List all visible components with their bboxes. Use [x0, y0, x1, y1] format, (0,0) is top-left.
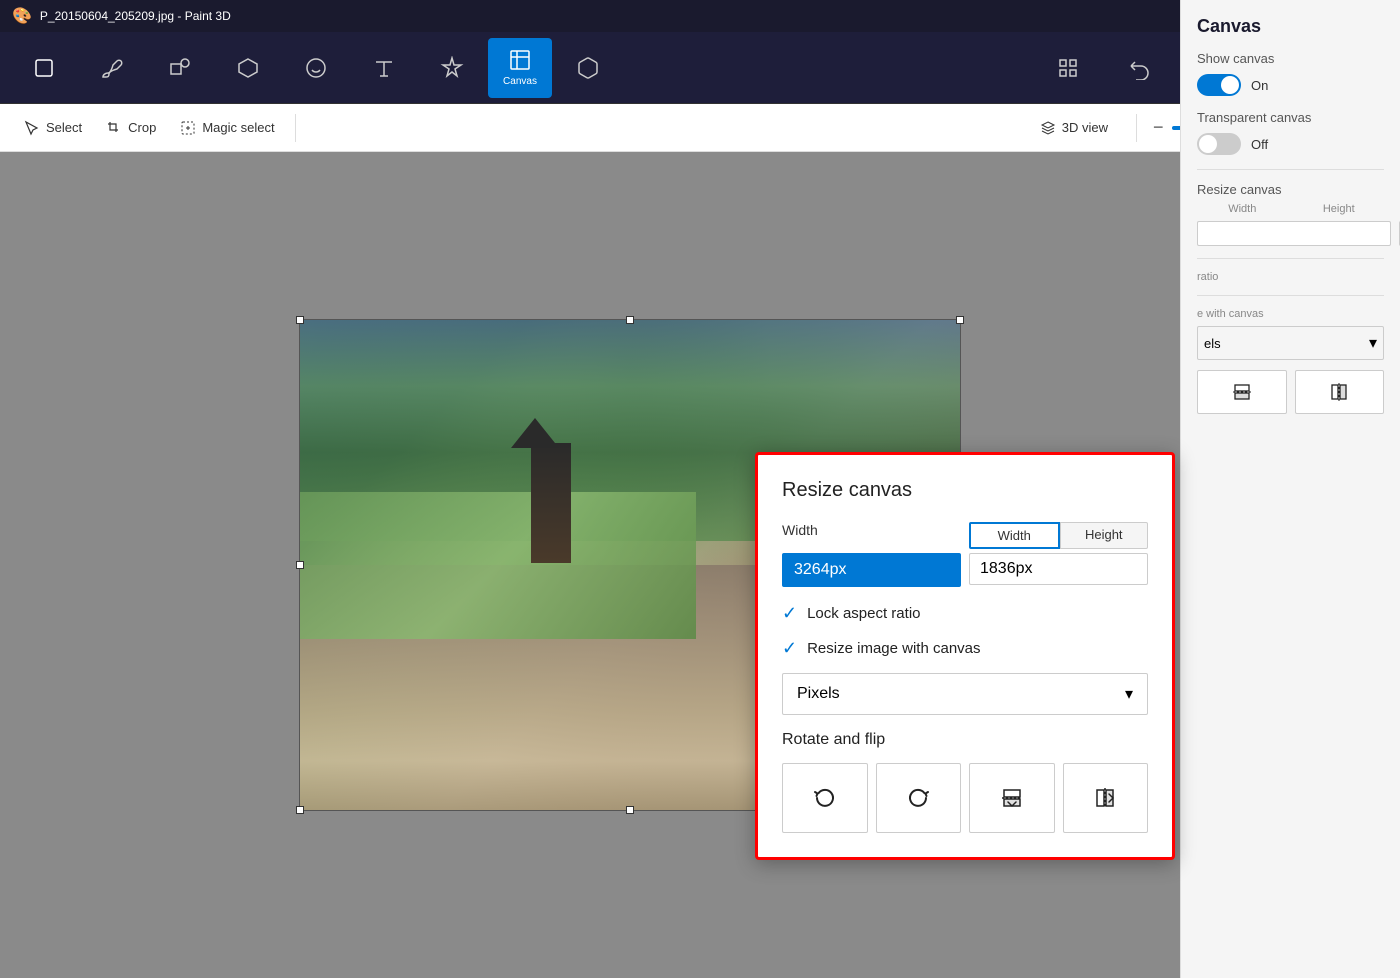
resize-image-row: ✓ Resize image with canvas [782, 638, 1148, 659]
width-input[interactable] [1197, 221, 1391, 246]
panel-divider [1197, 169, 1384, 170]
popup-width-input[interactable] [782, 553, 961, 587]
rotate-left-button[interactable] [782, 763, 868, 833]
resize-handle-tl[interactable] [296, 316, 304, 324]
rotate-flip-title: Rotate and flip [782, 731, 1148, 749]
resize-image-check[interactable]: ✓ [782, 638, 797, 659]
app-icon: 🎨 [12, 6, 32, 26]
show-canvas-toggle-thumb [1221, 76, 1239, 94]
show-canvas-toggle-row: On [1197, 74, 1384, 96]
toolbar-text[interactable] [352, 38, 416, 98]
zoom-minus[interactable]: − [1153, 117, 1164, 138]
3d-view-button[interactable]: 3D view [1028, 114, 1120, 142]
resize-with-canvas-label-partial: e with canvas [1197, 308, 1384, 320]
select-label: Select [46, 120, 82, 135]
show-canvas-toggle[interactable] [1197, 74, 1241, 96]
panel-divider-3 [1197, 295, 1384, 296]
pixels-label-partial: els [1204, 336, 1363, 351]
resize-handle-tr[interactable] [956, 316, 964, 324]
popup-width-group [782, 553, 961, 587]
transparent-canvas-toggle[interactable] [1197, 133, 1241, 155]
show-canvas-label: Show canvas [1197, 51, 1384, 66]
toolbar-2d-shapes[interactable] [148, 38, 212, 98]
toolbar-project[interactable] [1036, 38, 1100, 98]
popup-title: Resize canvas [782, 479, 1148, 502]
panel-divider-2 [1197, 258, 1384, 259]
pixels-dropdown-arrow[interactable]: ▾ [1369, 333, 1377, 353]
toolbar-effects[interactable] [420, 38, 484, 98]
popup-width-header: Width [782, 522, 961, 549]
transparent-canvas-toggle-row: Off [1197, 133, 1384, 155]
popup-width-tab[interactable]: Width [969, 522, 1060, 549]
popup-height-tab[interactable]: Height [1060, 522, 1149, 549]
magic-select-label: Magic select [202, 120, 274, 135]
flip-vertical-button[interactable] [969, 763, 1055, 833]
select-button[interactable]: Select [12, 114, 94, 142]
toolbar-new[interactable] [12, 38, 76, 98]
toolbar-canvas-label: Canvas [503, 76, 537, 87]
resize-handle-bm[interactable] [626, 806, 634, 814]
right-panel: Canvas Show canvas On Transparent canvas… [1180, 0, 1400, 978]
popup-height-input[interactable] [969, 553, 1148, 585]
resize-popup: Resize canvas Width Width Height [755, 452, 1175, 860]
app-title: P_20150604_205209.jpg - Paint 3D [40, 9, 231, 23]
toolbar-canvas[interactable]: Canvas [488, 38, 552, 98]
toolbar-stickers[interactable] [284, 38, 348, 98]
rotate-buttons [782, 763, 1148, 833]
zoom-separator [1136, 114, 1137, 142]
3d-view-label: 3D view [1062, 120, 1108, 135]
show-canvas-state: On [1251, 78, 1268, 93]
transparent-canvas-label: Transparent canvas [1197, 110, 1384, 125]
popup-height-group [969, 553, 1148, 585]
toolbar-3d-library[interactable] [556, 38, 620, 98]
lock-ratio-label: ratio [1197, 271, 1384, 283]
resize-canvas-label: Resize canvas [1197, 182, 1384, 197]
popup-dims-row [782, 553, 1148, 587]
crop-label: Crop [128, 120, 156, 135]
resize-handle-bl[interactable] [296, 806, 304, 814]
toolbar-brushes[interactable] [80, 38, 144, 98]
flip-buttons [1197, 370, 1384, 414]
transparent-canvas-state: Off [1251, 137, 1268, 152]
crop-button[interactable]: Crop [94, 114, 168, 142]
flip-horizontal-btn-partial[interactable] [1295, 370, 1385, 414]
lock-aspect-check[interactable]: ✓ [782, 603, 797, 624]
height-col-label: Height [1294, 203, 1385, 215]
titlebar-left: 🎨 P_20150604_205209.jpg - Paint 3D [12, 6, 231, 26]
toolbar-3d-shapes[interactable] [216, 38, 280, 98]
toolbar-separator [295, 114, 296, 142]
magic-select-button[interactable]: Magic select [168, 114, 286, 142]
lock-aspect-row: ✓ Lock aspect ratio [782, 603, 1148, 624]
resize-handle-ml[interactable] [296, 561, 304, 569]
flip-vertical-btn-partial[interactable] [1197, 370, 1287, 414]
resize-image-label: Resize image with canvas [807, 640, 980, 657]
transparent-canvas-thumb [1199, 135, 1217, 153]
toolbar-undo[interactable] [1108, 38, 1172, 98]
width-col-label: Width [1197, 203, 1288, 215]
dimension-input-row [1197, 221, 1384, 246]
rotate-right-button[interactable] [876, 763, 962, 833]
pixels-dropdown-label: Pixels [797, 685, 840, 703]
pixels-dropdown[interactable]: Pixels ▾ [782, 673, 1148, 715]
main-content: Resize canvas Width Width Height [0, 152, 1400, 978]
lock-aspect-label: Lock aspect ratio [807, 605, 920, 622]
dropdown-arrow-icon: ▾ [1125, 684, 1133, 704]
flip-horizontal-button[interactable] [1063, 763, 1149, 833]
resize-handle-tm[interactable] [626, 316, 634, 324]
panel-title: Canvas [1197, 16, 1384, 37]
